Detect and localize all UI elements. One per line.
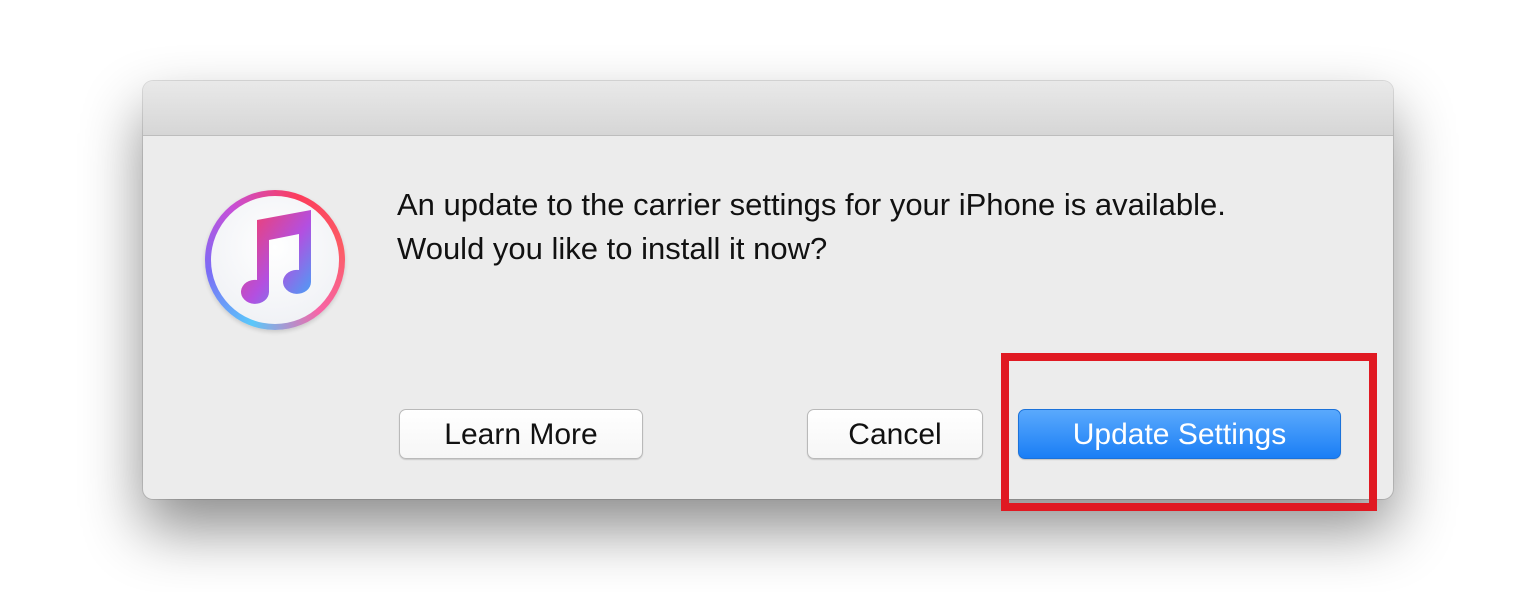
- music-note-icon: [241, 210, 311, 304]
- itunes-icon: [205, 190, 345, 330]
- learn-more-button[interactable]: Learn More: [399, 409, 643, 459]
- dialog-titlebar: [143, 81, 1393, 136]
- message-line-1: An update to the carrier settings for yo…: [397, 187, 1226, 222]
- dialog-message: An update to the carrier settings for yo…: [397, 183, 1357, 271]
- cancel-button[interactable]: Cancel: [807, 409, 983, 459]
- screenshot-stage: An update to the carrier settings for yo…: [0, 0, 1536, 592]
- message-line-2: Would you like to install it now?: [397, 231, 828, 266]
- highlight-annotation-box: [1001, 353, 1377, 511]
